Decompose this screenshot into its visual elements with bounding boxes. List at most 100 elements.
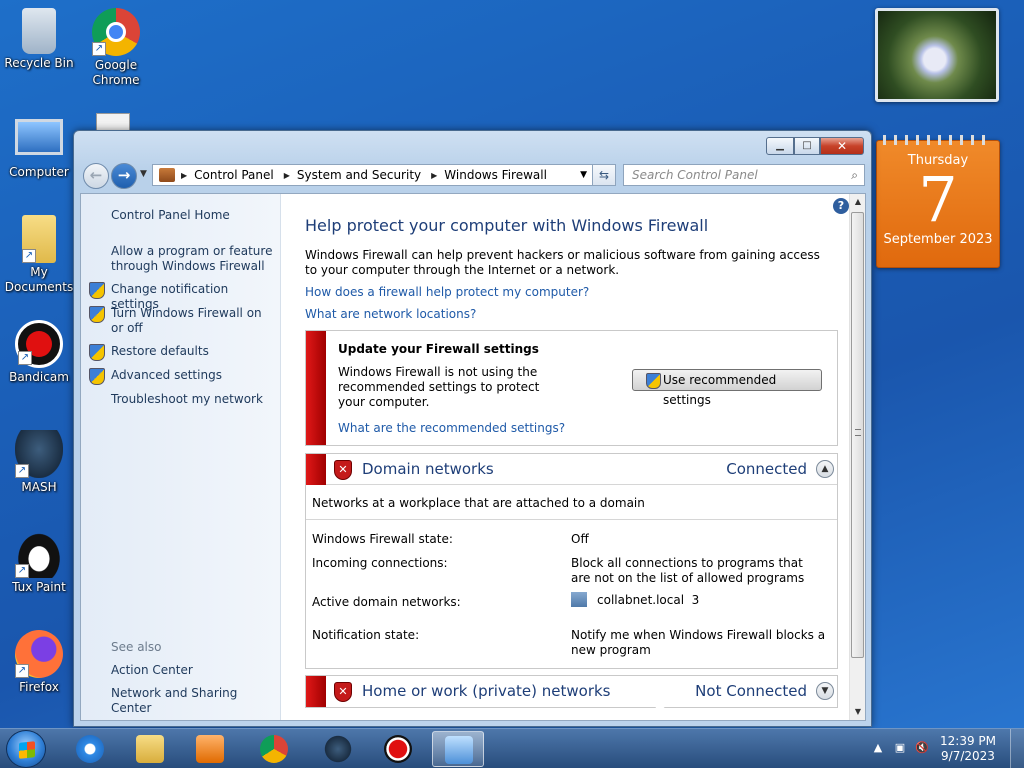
- desktop-icon-label: Tux Paint: [12, 580, 66, 594]
- desktop-icon-bandicam[interactable]: ↗ Bandicam: [3, 320, 75, 385]
- show-desktop-button[interactable]: [1010, 729, 1024, 768]
- active-network: collabnet.local 3: [571, 592, 826, 608]
- back-button[interactable]: ←: [83, 163, 109, 189]
- clock-date: 9/7/2023: [941, 749, 995, 763]
- taskbar-bandicam[interactable]: [372, 731, 424, 767]
- property-label: Incoming connections:: [312, 556, 448, 570]
- update-title: Update your Firewall settings: [338, 342, 539, 356]
- forward-button[interactable]: →: [111, 163, 137, 189]
- taskbar-control-panel[interactable]: [432, 731, 484, 767]
- desktop-icon-label: Google Chrome: [92, 58, 140, 87]
- desktop-icon-my-documents[interactable]: ↗ My Documents: [3, 215, 75, 295]
- taskbar-windows-explorer[interactable]: [124, 731, 176, 767]
- turn-firewall-on-off-link[interactable]: Turn Windows Firewall on or off: [89, 306, 276, 336]
- network-icon[interactable]: ▣: [892, 741, 908, 757]
- desktop-icon-mash[interactable]: ↗ MASH: [3, 430, 75, 495]
- control-panel-home-link[interactable]: Control Panel Home: [111, 208, 276, 223]
- troubleshoot-network-link[interactable]: Troubleshoot my network: [111, 392, 276, 407]
- allow-program-link[interactable]: Allow a program or feature through Windo…: [111, 244, 276, 274]
- home-networks-header[interactable]: ✕ Home or work (private) networks Not Co…: [306, 676, 837, 707]
- taskbar-chrome[interactable]: [248, 731, 300, 767]
- property-label: Notification state:: [312, 628, 420, 642]
- desktop-icon-computer[interactable]: Computer: [3, 115, 75, 180]
- expand-icon[interactable]: ▼: [816, 682, 834, 700]
- use-recommended-settings-button[interactable]: Use recommended settings: [632, 369, 822, 407]
- home-networks-status: Not Connected: [695, 682, 807, 700]
- chevron-right-icon[interactable]: ▶: [181, 171, 187, 180]
- alert-bar: [306, 331, 326, 445]
- chevron-right-icon[interactable]: ▶: [431, 171, 437, 180]
- home-networks-panel: ✕ Home or work (private) networks Not Co…: [305, 675, 838, 708]
- vertical-scrollbar[interactable]: ▲ ▼: [849, 194, 865, 720]
- scrollbar-thumb[interactable]: [851, 212, 864, 658]
- scroll-grip: [855, 429, 861, 436]
- breadcrumb-windows-firewall[interactable]: Windows Firewall: [444, 168, 547, 182]
- page-title: Help protect your computer with Windows …: [305, 216, 709, 235]
- navigation-bar: ← → ▼ ▶ Control Panel ▶ System and Secur…: [80, 161, 865, 189]
- calendar-gadget[interactable]: Thursday 7 September 2023: [876, 135, 1000, 268]
- help-icon[interactable]: ?: [833, 198, 849, 214]
- desktop-icon-google-chrome[interactable]: ↗ Google Chrome: [80, 8, 152, 88]
- mash-icon: [324, 735, 352, 763]
- refresh-button[interactable]: ⇆: [592, 164, 616, 186]
- restore-defaults-link[interactable]: Restore defaults: [89, 344, 276, 361]
- scroll-up-icon[interactable]: ▲: [850, 194, 865, 210]
- control-panel-icon: [445, 736, 473, 764]
- shield-x-icon: ✕: [334, 682, 352, 702]
- slideshow-gadget[interactable]: [875, 8, 999, 102]
- folder-icon: ↗: [22, 215, 56, 263]
- chevron-right-icon[interactable]: ▶: [284, 171, 290, 180]
- taskbar-internet-explorer[interactable]: [64, 731, 116, 767]
- scroll-down-icon[interactable]: ▼: [850, 704, 865, 720]
- firefox-icon: ↗: [15, 630, 63, 678]
- start-button[interactable]: [6, 730, 46, 768]
- maximize-button[interactable]: □: [794, 137, 820, 155]
- network-locations-link[interactable]: What are network locations?: [305, 307, 476, 321]
- domain-networks-subtitle: Networks at a workplace that are attache…: [306, 485, 837, 520]
- alert-bar: [306, 454, 326, 485]
- recycle-bin-icon: [22, 8, 56, 54]
- partial-desktop-icon: [96, 113, 130, 131]
- domain-networks-header[interactable]: ✕ Domain networks Connected ▲: [306, 454, 837, 485]
- desktop-icon-tux-paint[interactable]: ↗ Tux Paint: [3, 530, 75, 595]
- network-sharing-center-link[interactable]: Network and Sharing Center: [111, 686, 276, 716]
- internet-explorer-icon: [76, 735, 104, 763]
- collapse-icon[interactable]: ▲: [816, 460, 834, 478]
- action-center-link[interactable]: Action Center: [111, 663, 276, 678]
- bandicam-icon: ↗: [15, 320, 63, 368]
- taskbar: ▲ ▣ 🔇 12:39 PM 9/7/2023: [0, 728, 1024, 768]
- taskbar-mash[interactable]: [312, 731, 364, 767]
- desktop-icon-recycle-bin[interactable]: Recycle Bin: [3, 8, 75, 71]
- advanced-settings-link[interactable]: Advanced settings: [89, 368, 276, 385]
- search-icon[interactable]: ⌕: [851, 165, 858, 185]
- recent-pages-dropdown[interactable]: ▼: [140, 169, 147, 179]
- close-button[interactable]: ✕: [820, 137, 864, 155]
- property-value: Notify me when Windows Firewall blocks a…: [571, 628, 826, 657]
- clock[interactable]: 12:39 PM 9/7/2023: [938, 734, 998, 764]
- property-value: collabnet.local 3: [597, 593, 700, 607]
- address-dropdown-icon[interactable]: ▼: [580, 170, 587, 180]
- see-also-heading: See also: [111, 640, 162, 654]
- taskbar-media-player[interactable]: [184, 731, 236, 767]
- calendar-month-year: September 2023: [883, 232, 993, 247]
- desktop-icon-firefox[interactable]: ↗ Firefox: [3, 630, 75, 695]
- breadcrumb-control-panel[interactable]: Control Panel: [194, 168, 274, 182]
- calendar-day-number: 7: [918, 163, 958, 236]
- chrome-icon: ↗: [92, 8, 140, 56]
- volume-muted-icon[interactable]: 🔇: [914, 741, 930, 757]
- domain-networks-status: Connected: [726, 460, 807, 478]
- domain-network-icon: [571, 592, 587, 607]
- breadcrumb-system-and-security[interactable]: System and Security: [297, 168, 421, 182]
- firewall-help-link[interactable]: How does a firewall help protect my comp…: [305, 285, 589, 299]
- recommended-settings-link[interactable]: What are the recommended settings?: [338, 421, 565, 435]
- property-value: Off: [571, 532, 589, 546]
- address-bar[interactable]: ▶ Control Panel ▶ System and Security ▶ …: [152, 164, 594, 186]
- minimize-button[interactable]: ▁: [766, 137, 794, 155]
- search-input[interactable]: Search Control Panel ⌕: [623, 164, 865, 186]
- main-pane: ? Help protect your computer with Window…: [281, 194, 851, 720]
- show-hidden-icons-icon[interactable]: ▲: [870, 741, 886, 757]
- bandicam-icon: [384, 735, 412, 763]
- clock-time: 12:39 PM: [940, 734, 996, 748]
- desktop-icon-label: Bandicam: [9, 370, 69, 384]
- property-label: Windows Firewall state:: [312, 532, 453, 546]
